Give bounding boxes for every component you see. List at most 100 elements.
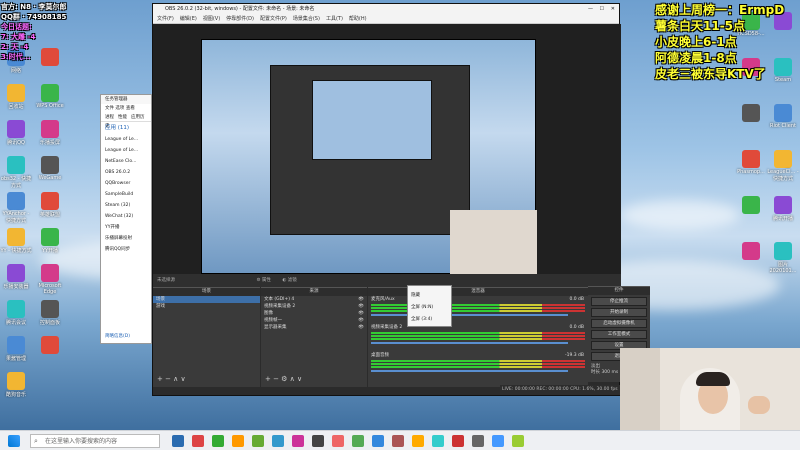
source-item[interactable]: 视频采集设备 2 👁	[261, 303, 367, 310]
obs-window[interactable]: OBS 26.0.2 (32-bit, windows) - 配置文件: 未命名…	[152, 3, 621, 396]
taskbar-app-icon[interactable]	[292, 435, 304, 447]
eye-icon[interactable]: 👁	[358, 317, 364, 324]
close-icon[interactable]: ✕	[611, 4, 615, 15]
task-manager-app-row[interactable]: League of Le...	[101, 145, 151, 156]
taskbar-app-icon[interactable]	[232, 435, 244, 447]
obs-menu-item[interactable]: 停靠部件(D)	[226, 16, 254, 22]
task-manager-app-row[interactable]: 乐播屏幕投射	[101, 233, 151, 244]
source-controls[interactable]: + − ⚙ ∧ ∨	[265, 375, 302, 383]
taskbar-app-icon[interactable]	[452, 435, 464, 447]
task-manager-app-list[interactable]: League of Le... League of Le... NetEase Cl…	[101, 134, 151, 255]
desktop-icon[interactable]: Microsoft Edge	[34, 264, 66, 295]
task-manager-app-row[interactable]: QQBrowser	[101, 178, 151, 189]
properties-button[interactable]: ⚙ 属性	[256, 278, 270, 283]
mixer-track[interactable]: 桌面音频 -19.3 dB	[368, 352, 588, 372]
taskbar-app-icon[interactable]	[192, 435, 204, 447]
scenes-dock[interactable]: 场景 场景 游戏 + − ∧ ∨	[153, 287, 260, 387]
context-menu-item[interactable]: 隐藏	[411, 290, 448, 302]
desktop-icon[interactable]	[735, 104, 767, 123]
task-manager-tabs[interactable]: 进程 性能 应用历史	[101, 113, 151, 129]
task-manager-tab[interactable]: 进程	[105, 115, 114, 120]
context-menu[interactable]: 隐藏 全屏 (N:N) 全屏 (3:4)	[407, 285, 452, 327]
obs-menubar[interactable]: 文件(F) 编辑(E) 视图(V) 停靠部件(D) 配置文件(P) 场景集合(S) 工具(T…	[153, 15, 619, 24]
obs-menu-item[interactable]: 场景集合(S)	[293, 16, 320, 22]
obs-menu-item[interactable]: 编辑(E)	[180, 16, 197, 22]
task-manager-app-row[interactable]: SampleBuild	[101, 189, 151, 200]
desktop-icon[interactable]: 回收站	[0, 84, 32, 110]
source-item[interactable]: 文本 (GDI+) 4 👁	[261, 296, 367, 303]
obs-preview[interactable]	[153, 24, 621, 275]
desktop-icon[interactable]: 腾讯开播	[767, 196, 799, 222]
taskbar-app-icon[interactable]	[312, 435, 324, 447]
source-item[interactable]: 图像 👁	[261, 310, 367, 317]
volume-slider[interactable]	[371, 314, 568, 316]
eye-icon[interactable]: 👁	[358, 310, 364, 317]
desktop-icon[interactable]: WPS Office	[34, 84, 66, 109]
task-manager-app-row[interactable]: 腾讯QQ同步	[101, 244, 151, 255]
context-menu-item[interactable]: 全屏 (N:N)	[411, 302, 448, 314]
obs-menu-item[interactable]: 文件(F)	[157, 16, 174, 22]
desktop-icon[interactable]: 控制面板	[34, 300, 66, 326]
sources-dock[interactable]: 来源 文本 (GDI+) 4 👁 视频采集设备 2 👁 图像 👁 视频帧一 👁 显示器采…	[261, 287, 367, 387]
volume-slider[interactable]	[371, 370, 568, 372]
taskbar-app-icon[interactable]	[472, 435, 484, 447]
desktop-icon[interactable]: 酷狗音乐	[0, 372, 32, 398]
task-manager-app-row[interactable]: OBS 26.0.2	[101, 167, 151, 178]
obs-menu-item[interactable]: 视图(V)	[203, 16, 220, 22]
task-manager-menu[interactable]: 文件 选项 查看	[101, 104, 151, 113]
desktop-icon[interactable]	[735, 196, 767, 215]
desktop-icon[interactable]: 乐播投屏	[34, 120, 66, 146]
desktop-icon[interactable]: LeagueCl... - 快捷方式	[767, 150, 799, 182]
desktop-icon[interactable]: Riot Client	[767, 104, 799, 129]
scene-controls[interactable]: + − ∧ ∨	[157, 375, 186, 383]
task-manager-tab[interactable]: 性能	[118, 115, 127, 120]
desktop-icon[interactable]: 图片 2020101...	[767, 242, 799, 274]
desktop-icon[interactable]: YYAnchor - 快捷方式	[0, 192, 32, 224]
task-manager-app-row[interactable]: YY开播	[101, 222, 151, 233]
desktop-icon[interactable]: WeGame	[34, 156, 66, 181]
taskbar-app-icon[interactable]	[212, 435, 224, 447]
obs-menu-item[interactable]: 帮助(H)	[349, 16, 367, 22]
taskbar-app-icon[interactable]	[372, 435, 384, 447]
minimize-icon[interactable]: —	[588, 4, 593, 15]
eye-icon[interactable]: 👁	[358, 303, 364, 310]
task-manager-app-row[interactable]: WeChat (32)	[101, 211, 151, 222]
desktop-icon[interactable]: YY开播	[34, 228, 66, 254]
taskbar-app-icon[interactable]	[432, 435, 444, 447]
windows-start-icon[interactable]	[8, 435, 20, 447]
taskbar-app-icon[interactable]	[392, 435, 404, 447]
desktop-icon[interactable]: 腾讯QQ	[0, 120, 32, 146]
control-button[interactable]: 开始录制	[591, 308, 647, 317]
desktop-icon[interactable]	[34, 336, 66, 355]
less-details-link[interactable]: 简略信息(D)	[105, 333, 130, 339]
mixer-track[interactable]: 视频采集设备 2 0.0 dB	[368, 324, 588, 344]
scene-item[interactable]: 游戏	[153, 303, 260, 310]
source-item[interactable]: 显示器采集 👁	[261, 324, 367, 331]
desktop-icon[interactable]: 果酱管理	[0, 336, 32, 362]
scene-item[interactable]: 场景	[153, 296, 260, 303]
task-manager-app-row[interactable]: League of Le...	[101, 134, 151, 145]
mixer-dock[interactable]: 混音器 麦克风/Aux 0.0 dB 视频采集设备 2 0.0 dB 桌面音频 -19.3…	[368, 287, 588, 387]
volume-slider[interactable]	[371, 342, 568, 344]
mixer-track[interactable]: 麦克风/Aux 0.0 dB	[368, 296, 588, 316]
source-item[interactable]: 视频帧一 👁	[261, 317, 367, 324]
taskbar-app-icon[interactable]	[512, 435, 524, 447]
task-manager-window[interactable]: 任务管理器 文件 选项 查看 进程 性能 应用历史 应用 (11) League o…	[100, 94, 152, 344]
eye-icon[interactable]: 👁	[358, 296, 364, 303]
context-menu-item[interactable]: 全屏 (3:4)	[411, 314, 448, 326]
desktop-icon[interactable]: 腾讯会议	[0, 300, 32, 326]
maximize-icon[interactable]: ☐	[600, 4, 604, 15]
control-button[interactable]: 启动虚拟摄像机	[591, 319, 647, 328]
taskbar-app-icon[interactable]	[412, 435, 424, 447]
desktop-icon[interactable]: obs32 - 快捷方式	[0, 156, 32, 189]
taskbar-app-icon[interactable]	[252, 435, 264, 447]
obs-menu-item[interactable]: 工具(T)	[326, 16, 343, 22]
eye-icon[interactable]: 👁	[358, 324, 364, 331]
desktop-icon[interactable]: 英雄联盟	[34, 192, 66, 218]
control-button[interactable]: 停止推流	[591, 297, 647, 306]
filters-button[interactable]: ◐ 滤镜	[282, 278, 296, 283]
obs-menu-item[interactable]: 配置文件(P)	[260, 16, 287, 22]
taskbar-search-input[interactable]: ⌕ 在这里输入你要搜索的内容	[30, 434, 160, 448]
taskbar-app-icon[interactable]	[492, 435, 504, 447]
taskbar-app-icon[interactable]	[332, 435, 344, 447]
